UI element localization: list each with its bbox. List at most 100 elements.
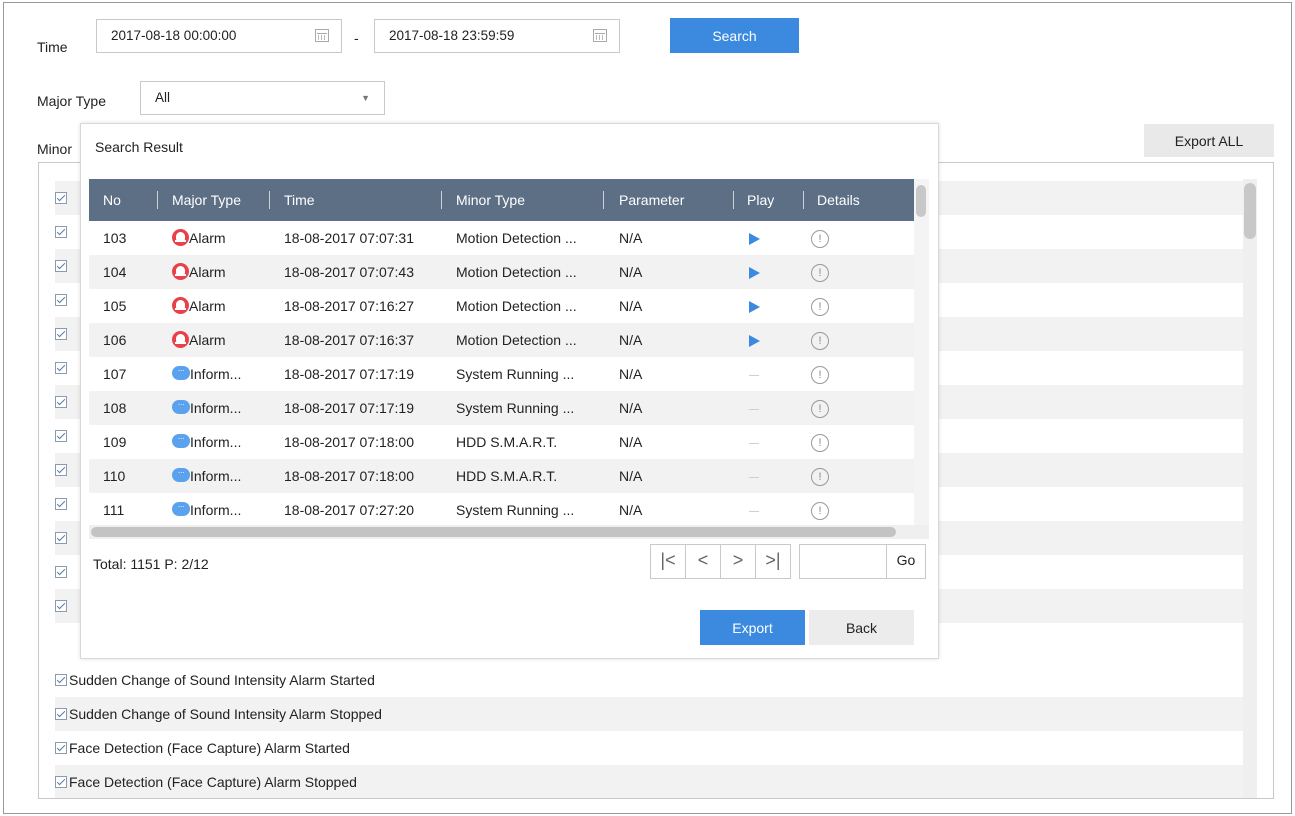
details-icon[interactable]: ! xyxy=(811,264,829,283)
previous-page-button[interactable]: < xyxy=(685,544,721,579)
cell-details[interactable]: ! xyxy=(811,391,829,425)
details-icon[interactable]: ! xyxy=(811,230,829,249)
play-icon[interactable] xyxy=(749,233,760,246)
play-icon[interactable] xyxy=(749,267,760,280)
checkbox[interactable] xyxy=(55,566,67,579)
major-type-text: Inform... xyxy=(190,468,242,484)
column-header-no: No xyxy=(103,192,121,208)
checkbox[interactable] xyxy=(55,464,67,477)
checkbox[interactable] xyxy=(55,708,67,721)
cell-play[interactable] xyxy=(749,221,760,255)
checkbox[interactable] xyxy=(55,776,67,789)
cell-no: 107 xyxy=(103,366,127,382)
page-number-input[interactable] xyxy=(799,544,887,579)
play-icon[interactable] xyxy=(749,301,760,314)
list-item[interactable]: Sudden Change of Sound Intensity Alarm S… xyxy=(55,663,1243,697)
export-all-button[interactable]: Export ALL xyxy=(1144,124,1274,157)
details-icon[interactable]: ! xyxy=(811,332,829,351)
checkbox[interactable] xyxy=(55,498,67,511)
cell-details[interactable]: ! xyxy=(811,221,829,255)
calendar-icon[interactable] xyxy=(315,29,329,42)
list-item[interactable]: Face Detection (Face Capture) Alarm Stop… xyxy=(55,765,1243,798)
cell-details[interactable]: ! xyxy=(811,255,829,289)
checkbox[interactable] xyxy=(55,742,67,755)
checkbox[interactable] xyxy=(55,226,67,239)
cell-play[interactable] xyxy=(749,255,760,289)
details-icon[interactable]: ! xyxy=(811,434,829,453)
checkbox[interactable] xyxy=(55,260,67,273)
information-bubble-icon: ··· xyxy=(172,468,190,483)
table-row[interactable]: 106 Alarm 18-08-2017 07:16:37 Motion Detect… xyxy=(89,323,914,357)
cell-minor-type: HDD S.M.A.R.T. xyxy=(456,434,558,450)
major-type-text: Inform... xyxy=(190,502,242,518)
cell-no: 110 xyxy=(103,468,126,484)
result-table: No Major Type Time Minor Type Parameter … xyxy=(89,179,929,539)
table-row[interactable]: 103 Alarm 18-08-2017 07:07:31 Motion Detect… xyxy=(89,221,914,255)
last-page-button[interactable]: >| xyxy=(755,544,791,579)
major-type-label: Major Type xyxy=(37,93,106,109)
scrollbar-thumb[interactable] xyxy=(91,527,896,537)
major-type-text: Inform... xyxy=(190,434,242,450)
calendar-icon[interactable] xyxy=(593,29,607,42)
cell-details[interactable]: ! xyxy=(811,493,829,527)
cell-details[interactable]: ! xyxy=(811,323,829,357)
cell-parameter: N/A xyxy=(619,264,643,280)
table-row[interactable]: 109 ··· Inform... 18-08-2017 07:18:00 HDD S.… xyxy=(89,425,914,459)
cell-major-type: ··· Inform... xyxy=(172,493,241,527)
table-horizontal-scrollbar[interactable] xyxy=(89,525,929,539)
checkbox[interactable] xyxy=(55,294,67,307)
details-icon[interactable]: ! xyxy=(811,298,829,317)
details-icon[interactable]: ! xyxy=(811,468,829,487)
cell-details[interactable]: ! xyxy=(811,459,829,493)
export-button[interactable]: Export xyxy=(700,610,805,645)
major-type-select[interactable]: All ▼ xyxy=(140,81,385,115)
cell-play xyxy=(749,459,759,493)
list-item[interactable]: Sudden Change of Sound Intensity Alarm S… xyxy=(55,697,1243,731)
dialog-title: Search Result xyxy=(95,139,183,155)
no-playback-icon xyxy=(749,510,759,512)
checkbox[interactable] xyxy=(55,674,67,687)
go-button[interactable]: Go xyxy=(886,544,926,579)
list-item[interactable]: Face Detection (Face Capture) Alarm Star… xyxy=(55,731,1243,765)
start-time-field[interactable]: 2017-08-18 00:00:00 xyxy=(96,19,342,53)
list-item-label: Face Detection (Face Capture) Alarm Star… xyxy=(69,740,350,756)
details-icon[interactable]: ! xyxy=(811,366,829,385)
cell-no: 109 xyxy=(103,434,127,450)
cell-details[interactable]: ! xyxy=(811,289,829,323)
table-vertical-scrollbar[interactable] xyxy=(914,179,929,539)
next-page-button[interactable]: > xyxy=(720,544,756,579)
cell-details[interactable]: ! xyxy=(811,357,829,391)
alarm-bell-icon xyxy=(172,228,189,246)
checkbox[interactable] xyxy=(55,192,67,205)
checkbox[interactable] xyxy=(55,328,67,341)
checkbox[interactable] xyxy=(55,600,67,613)
cell-time: 18-08-2017 07:18:00 xyxy=(284,468,414,484)
cell-play[interactable] xyxy=(749,323,760,357)
first-page-button[interactable]: |< xyxy=(650,544,686,579)
information-bubble-icon: ··· xyxy=(172,366,190,381)
end-time-field[interactable]: 2017-08-18 23:59:59 xyxy=(374,19,620,53)
table-row[interactable]: 107 ··· Inform... 18-08-2017 07:17:19 System… xyxy=(89,357,914,391)
cell-minor-type: Motion Detection ... xyxy=(456,332,577,348)
search-button[interactable]: Search xyxy=(670,18,799,53)
table-row[interactable]: 108 ··· Inform... 18-08-2017 07:17:19 System… xyxy=(89,391,914,425)
cell-play[interactable] xyxy=(749,289,760,323)
checkbox[interactable] xyxy=(55,396,67,409)
checkbox[interactable] xyxy=(55,362,67,375)
cell-details[interactable]: ! xyxy=(811,425,829,459)
scrollbar-thumb[interactable] xyxy=(916,185,926,217)
table-row[interactable]: 104 Alarm 18-08-2017 07:07:43 Motion Detect… xyxy=(89,255,914,289)
table-row[interactable]: 110 ··· Inform... 18-08-2017 07:18:00 HDD S.… xyxy=(89,459,914,493)
scrollbar-thumb[interactable] xyxy=(1244,183,1256,239)
details-icon[interactable]: ! xyxy=(811,400,829,419)
cell-play xyxy=(749,425,759,459)
play-icon[interactable] xyxy=(749,335,760,348)
checkbox[interactable] xyxy=(55,532,67,545)
list-scrollbar[interactable] xyxy=(1243,179,1257,798)
details-icon[interactable]: ! xyxy=(811,502,829,521)
table-row[interactable]: 111 ··· Inform... 18-08-2017 07:27:20 System… xyxy=(89,493,914,527)
column-divider xyxy=(157,191,158,209)
table-row[interactable]: 105 Alarm 18-08-2017 07:16:27 Motion Detect… xyxy=(89,289,914,323)
checkbox[interactable] xyxy=(55,430,67,443)
back-button[interactable]: Back xyxy=(809,610,914,645)
